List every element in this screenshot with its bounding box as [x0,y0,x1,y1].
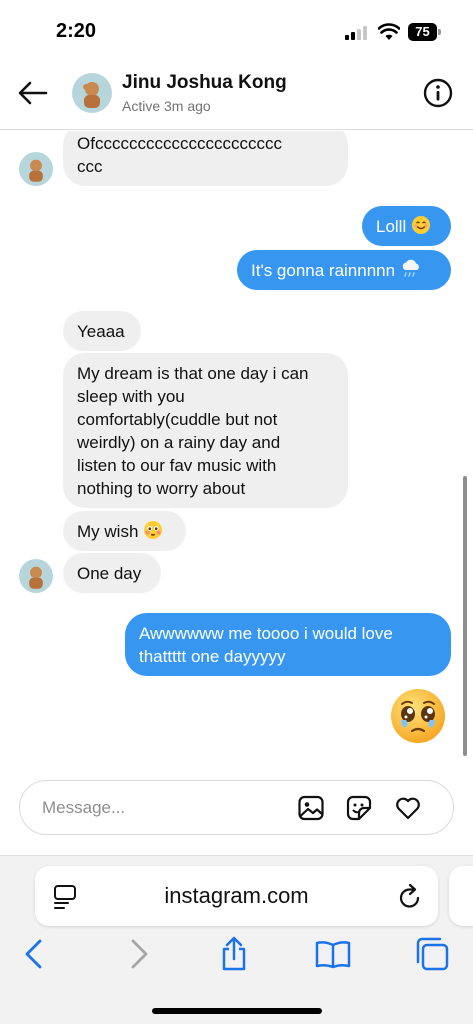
status-bar: 2:20 75 [0,0,473,58]
pleading-face-with-tear-icon[interactable] [389,687,447,745]
message-text: Yeaaa [77,322,125,341]
url-text: instagram.com [164,883,309,908]
adjacent-tab-peek[interactable] [449,866,473,926]
avatar-figure-icon [83,82,100,108]
wifi-icon [378,23,400,40]
message-bubble-incoming[interactable]: My dream is that one day i can sleep wit… [63,353,348,508]
battery-level: 75 [408,23,437,41]
avatar-figure-icon [29,159,43,182]
reload-icon[interactable] [397,882,423,910]
active-status: Active 3m ago [122,98,211,114]
message-composer [19,780,454,835]
avatar[interactable] [19,559,53,593]
chevron-left-icon[interactable] [17,936,53,972]
message-text: Lolll [376,217,407,236]
message-bubble-outgoing[interactable]: Lolll [362,206,451,246]
smiling-face-icon [411,216,430,234]
message-bubble-outgoing[interactable]: It's gonna rainnnnn [237,250,451,290]
avatar[interactable] [19,152,53,186]
back-arrow-icon[interactable] [16,78,50,108]
tabs-icon[interactable] [414,936,450,972]
message-text: weirdly) on a rainy day and [77,433,281,452]
message-text: comfortably(cuddle but not [77,410,278,429]
image-icon[interactable] [297,794,325,822]
chevron-right-icon[interactable] [120,936,156,972]
message-text: Ofcccccccccccccccccccccc [77,134,282,153]
message-thread[interactable]: Ofcccccccccccccccccccccc ccc Lolll It's … [0,131,473,771]
message-bubble-incoming[interactable]: Yeaaa [63,311,141,351]
message-text: ccc [77,157,103,176]
message-text: One day [77,564,142,583]
home-indicator[interactable] [152,1008,322,1014]
message-text: sleep with you [77,387,185,406]
message-input[interactable] [42,795,282,821]
heart-icon[interactable] [394,794,422,822]
rain-cloud-icon [402,259,419,277]
message-bubble-outgoing[interactable]: Awwwwww me toooo i would love thattttt o… [125,613,451,676]
status-time: 2:20 [56,20,97,42]
message-text: My dream is that one day i can [77,364,309,383]
chat-header: Jinu Joshua Kong Active 3m ago [0,58,473,130]
cellular-signal-icon [345,26,371,40]
address-bar[interactable]: instagram.com [35,866,438,926]
message-bubble-incoming[interactable]: My wish [63,511,186,551]
message-text: thattttt one dayyyyy [139,647,286,666]
avatar[interactable] [72,73,112,113]
message-text: Awwwwww me toooo i would love [139,624,393,643]
scrollbar[interactable] [463,476,467,756]
message-bubble-incoming[interactable]: One day [63,553,161,593]
contact-name[interactable]: Jinu Joshua Kong [122,72,287,94]
message-bubble-incoming[interactable]: Ofcccccccccccccccccccccc ccc [63,131,348,186]
message-text: It's gonna rainnnnn [251,261,396,280]
flushed-face-icon [144,521,163,539]
browser-toolbar: instagram.com [0,855,473,1024]
message-text: nothing to worry about [77,479,246,498]
message-text: listen to our fav music with [77,456,277,475]
battery-icon: 75 [408,23,441,41]
sticker-icon[interactable] [345,794,373,822]
share-icon[interactable] [216,936,252,972]
info-icon[interactable] [423,78,453,108]
book-icon[interactable] [315,936,351,972]
message-text: My wish [77,522,139,541]
avatar-figure-icon [29,566,43,589]
